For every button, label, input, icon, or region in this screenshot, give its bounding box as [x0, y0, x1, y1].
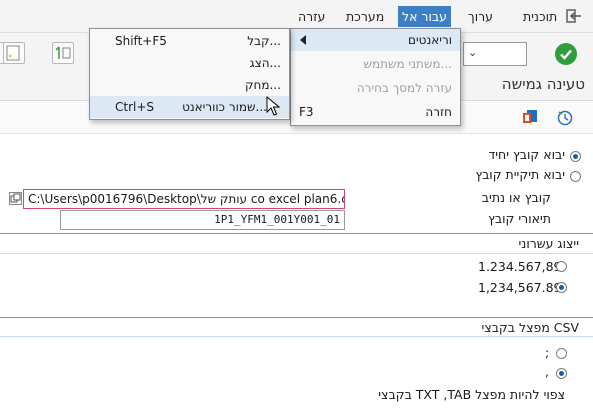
csv-option-2-radio[interactable]: [556, 368, 567, 379]
favorites-icon[interactable]: [3, 42, 25, 64]
decimal-option-2-radio[interactable]: [556, 282, 567, 293]
variant-get-icon[interactable]: [520, 108, 540, 126]
exit-icon[interactable]: [566, 9, 582, 23]
radio-file-folder-label: יבוא תיקיית קובץ: [475, 167, 565, 182]
radio-file-folder[interactable]: [570, 171, 581, 182]
variants-save-as[interactable]: שמור כווריאנט... Ctrl+S: [90, 96, 289, 118]
file-description-label: תיאורי קובץ: [488, 211, 551, 226]
page-title: טעינה גמישה: [501, 75, 585, 93]
section-divider: [0, 317, 593, 318]
goto-menu-back[interactable]: חזרה F3: [291, 101, 460, 123]
menu-system[interactable]: מערכת: [342, 6, 388, 27]
variants-save-as-label: שמור כווריאנט...: [182, 100, 267, 114]
variants-display[interactable]: הצג...: [90, 52, 289, 74]
section-divider: [0, 233, 593, 234]
goto-menu-user-vars-label: משתני משתמש...: [363, 57, 453, 71]
section-divider: [0, 336, 593, 337]
goto-menu: וריאנטים משתני משתמש... עזרה למסך בחירה …: [290, 28, 461, 126]
execute-clock-icon[interactable]: [556, 108, 574, 126]
goto-menu-selection-help: עזרה למסך בחירה: [291, 77, 460, 99]
enter-button[interactable]: [555, 43, 577, 65]
radio-single-file[interactable]: [570, 151, 581, 162]
csv-option-1-label: ;: [545, 345, 550, 360]
menu-program[interactable]: תוכנית: [519, 6, 561, 27]
check-icon: [560, 49, 572, 60]
goto-menu-selection-help-label: עזרה למסך בחירה: [356, 81, 452, 95]
decimal-option-1-label: 1.234.567,89: [478, 259, 562, 274]
variants-get[interactable]: קבל... Shift+F5: [90, 30, 289, 52]
radio-single-file-label: יבוא קובץ יחיד: [488, 147, 565, 162]
chevron-down-icon[interactable]: ⌄: [468, 46, 477, 59]
goto-menu-user-vars: משתני משתמש...: [291, 53, 460, 75]
menu-edit[interactable]: ערוך: [464, 6, 497, 27]
file-path-label: קובץ או נתיב: [481, 190, 551, 205]
decimal-section-title: ייצוג עשרוני: [518, 236, 579, 251]
file-path-input[interactable]: C:\Users\p0016796\Desktop\עותק של co exc…: [23, 189, 345, 209]
goto-menu-variants-label: וריאנטים: [408, 33, 452, 47]
variants-delete[interactable]: מחק...: [90, 74, 289, 96]
csv-option-2-label: ,: [545, 364, 549, 379]
menu-goto[interactable]: עבור אל: [398, 6, 451, 27]
variants-submenu: קבל... Shift+F5 הצג... מחק... שמור כוורי…: [89, 28, 290, 120]
decimal-option-1-radio[interactable]: [556, 261, 567, 272]
new-session-icon[interactable]: [52, 42, 74, 64]
variants-display-label: הצג...: [249, 56, 281, 70]
goto-menu-variants[interactable]: וריאנטים: [291, 29, 460, 51]
chevron-left-icon: [300, 35, 306, 45]
variants-delete-label: מחק...: [245, 78, 281, 92]
mouse-cursor-icon: [266, 96, 280, 116]
csv-note: בקבצי TXT ,TAB צפוי להיות מפצל: [378, 387, 565, 402]
command-field[interactable]: ⌄: [463, 42, 527, 66]
section-divider: [0, 253, 593, 254]
goto-menu-back-label: חזרה: [425, 105, 452, 119]
menu-help[interactable]: עזרה: [294, 6, 329, 27]
goto-menu-back-shortcut: F3: [299, 105, 314, 119]
decimal-option-2-label: 1,234,567.89: [478, 280, 562, 295]
value-help-icon[interactable]: [9, 192, 22, 205]
csv-section-title: מפצל בקבצי CSV: [481, 320, 579, 335]
variants-save-as-shortcut: Ctrl+S: [115, 100, 155, 114]
csv-option-1-radio[interactable]: [556, 348, 567, 359]
variants-get-label: קבל...: [247, 34, 281, 48]
variants-get-shortcut: Shift+F5: [115, 34, 167, 48]
file-description-input[interactable]: 1P1_YFM1_001Y001_01: [60, 210, 345, 230]
